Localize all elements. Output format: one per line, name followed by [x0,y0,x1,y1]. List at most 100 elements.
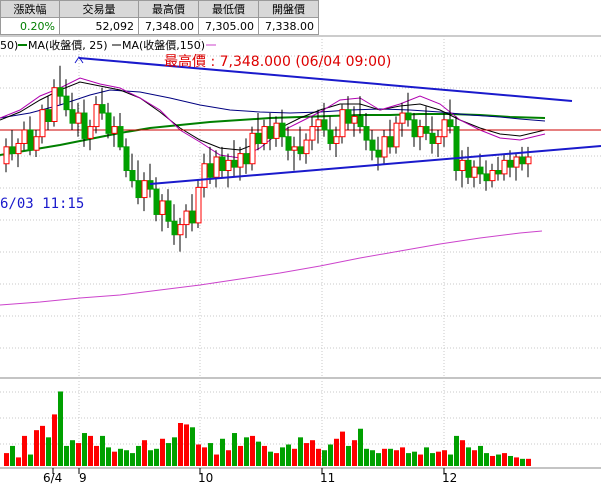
candle-body [285,136,292,151]
candle [327,116,334,151]
candle-body [387,136,394,148]
candle-body [327,129,334,144]
candle-body [207,163,214,178]
candle [15,138,22,168]
candle-body [141,180,148,199]
volume-bar [496,454,501,466]
volume-bar [310,440,315,466]
volume-bar [322,450,327,466]
volume-bar [196,444,201,466]
volume-bar [484,453,489,466]
volume-bar [262,445,267,466]
candle [21,121,28,151]
volume-bar [400,447,405,466]
volume-bar [88,435,93,466]
candle-body [483,173,490,182]
candle [171,204,178,245]
candle-body [51,87,58,122]
candle [165,189,172,228]
candle-body [501,159,508,175]
candle-body [399,112,406,124]
candle-body [471,166,478,178]
candle-body [429,132,436,144]
volume-bar [436,451,441,466]
volume-bar [466,447,471,466]
candle-body [81,112,88,139]
volume-bar [202,447,207,466]
candle [117,113,124,151]
high-annotation: 最高價 : 7,348.000 (06/04 09:00) [164,53,391,70]
candle-body [75,112,82,124]
candle-body [417,126,424,138]
volume-bar [136,445,141,466]
candle [39,104,46,144]
candle [441,113,448,147]
volume-bar [100,435,105,466]
volume-bar [472,450,477,466]
candle [459,150,466,188]
volume-bar [352,440,357,466]
candle-body [201,163,208,188]
volume-bar [442,450,447,466]
volume-bar [226,450,231,466]
candle-body [171,220,178,236]
candle-body [273,122,280,139]
candle [297,126,304,161]
candle [363,113,370,151]
volume-bar [454,435,459,466]
candle-body [177,224,184,236]
candle-body [27,129,34,151]
candle-body [105,112,112,134]
volume-bar [34,430,39,466]
volume-bar [70,440,75,466]
candle [57,65,64,105]
volume-bar [172,437,177,466]
candle-body [303,139,310,155]
candle-body [465,159,472,178]
candle [411,113,418,147]
candle [93,96,100,134]
candle-body [363,126,370,141]
candle [135,160,142,205]
candle [225,153,232,188]
candle-body [489,170,496,182]
candle [501,153,508,181]
volume-bar [358,428,363,466]
volume-bar [130,453,135,466]
candle [465,146,472,185]
candle-body [183,210,190,226]
candle [111,116,118,147]
legend-ma25-label: MA(收盤價, 25) [28,38,108,52]
volume-bar [418,454,423,466]
volume-bar [490,455,495,466]
x-label-10: 10 [198,471,213,485]
volume-bar [148,450,153,466]
volume-bar [412,451,417,466]
volume-bar [406,453,411,466]
volume-bar [190,427,195,466]
candle [129,153,136,188]
x-label-12: 12 [442,471,457,485]
candle-body [519,156,526,165]
candle-body [441,119,448,138]
candle [399,102,406,137]
candle [33,129,40,157]
candle [471,160,478,188]
candle [291,136,298,171]
volume-bar [376,453,381,466]
candle [435,129,442,157]
volume-bar [256,441,261,466]
candle-body [15,142,22,155]
volume-bar [46,437,51,466]
candle-body [453,126,460,172]
candle-body [411,119,418,138]
volume-bar [40,425,45,466]
candle-body [9,146,16,155]
candle-body [507,159,514,168]
candle-body [267,126,274,139]
volume-bar [268,451,273,466]
candle-body [333,136,340,144]
volume-bar [502,453,507,466]
candle-body [243,153,250,165]
candle-body [111,126,118,134]
